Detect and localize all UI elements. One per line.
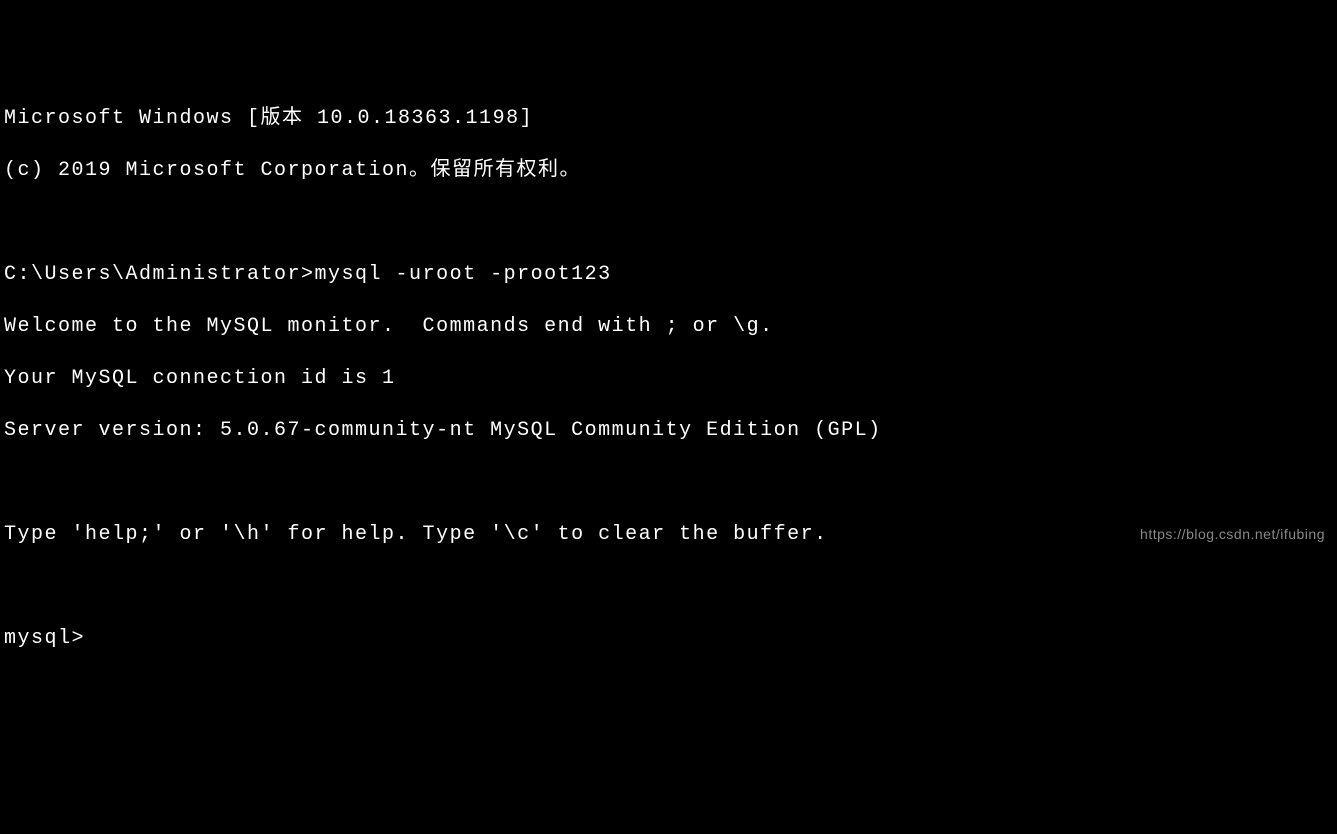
watermark-text: https://blog.csdn.net/ifubing [1140, 525, 1325, 543]
copyright-line: (c) 2019 Microsoft Corporation。保留所有权利。 [4, 158, 1333, 184]
os-version-line: Microsoft Windows [版本 10.0.18363.1198] [4, 106, 1333, 132]
entered-command: mysql -uroot -proot123 [315, 262, 612, 288]
mysql-prompt-line[interactable]: mysql> [4, 626, 1333, 652]
command-prompt-line: C:\Users\Administrator>mysql -uroot -pro… [4, 262, 1333, 288]
mysql-prompt: mysql> [4, 626, 85, 652]
command-prompt-path: C:\Users\Administrator> [4, 262, 315, 288]
mysql-connection-line: Your MySQL connection id is 1 [4, 366, 1333, 392]
mysql-help-line: Type 'help;' or '\h' for help. Type '\c'… [4, 522, 1333, 548]
blank-line [4, 210, 1333, 236]
mysql-version-line: Server version: 5.0.67-community-nt MySQ… [4, 418, 1333, 444]
blank-line [4, 470, 1333, 496]
mysql-welcome-line: Welcome to the MySQL monitor. Commands e… [4, 314, 1333, 340]
blank-line [4, 574, 1333, 600]
